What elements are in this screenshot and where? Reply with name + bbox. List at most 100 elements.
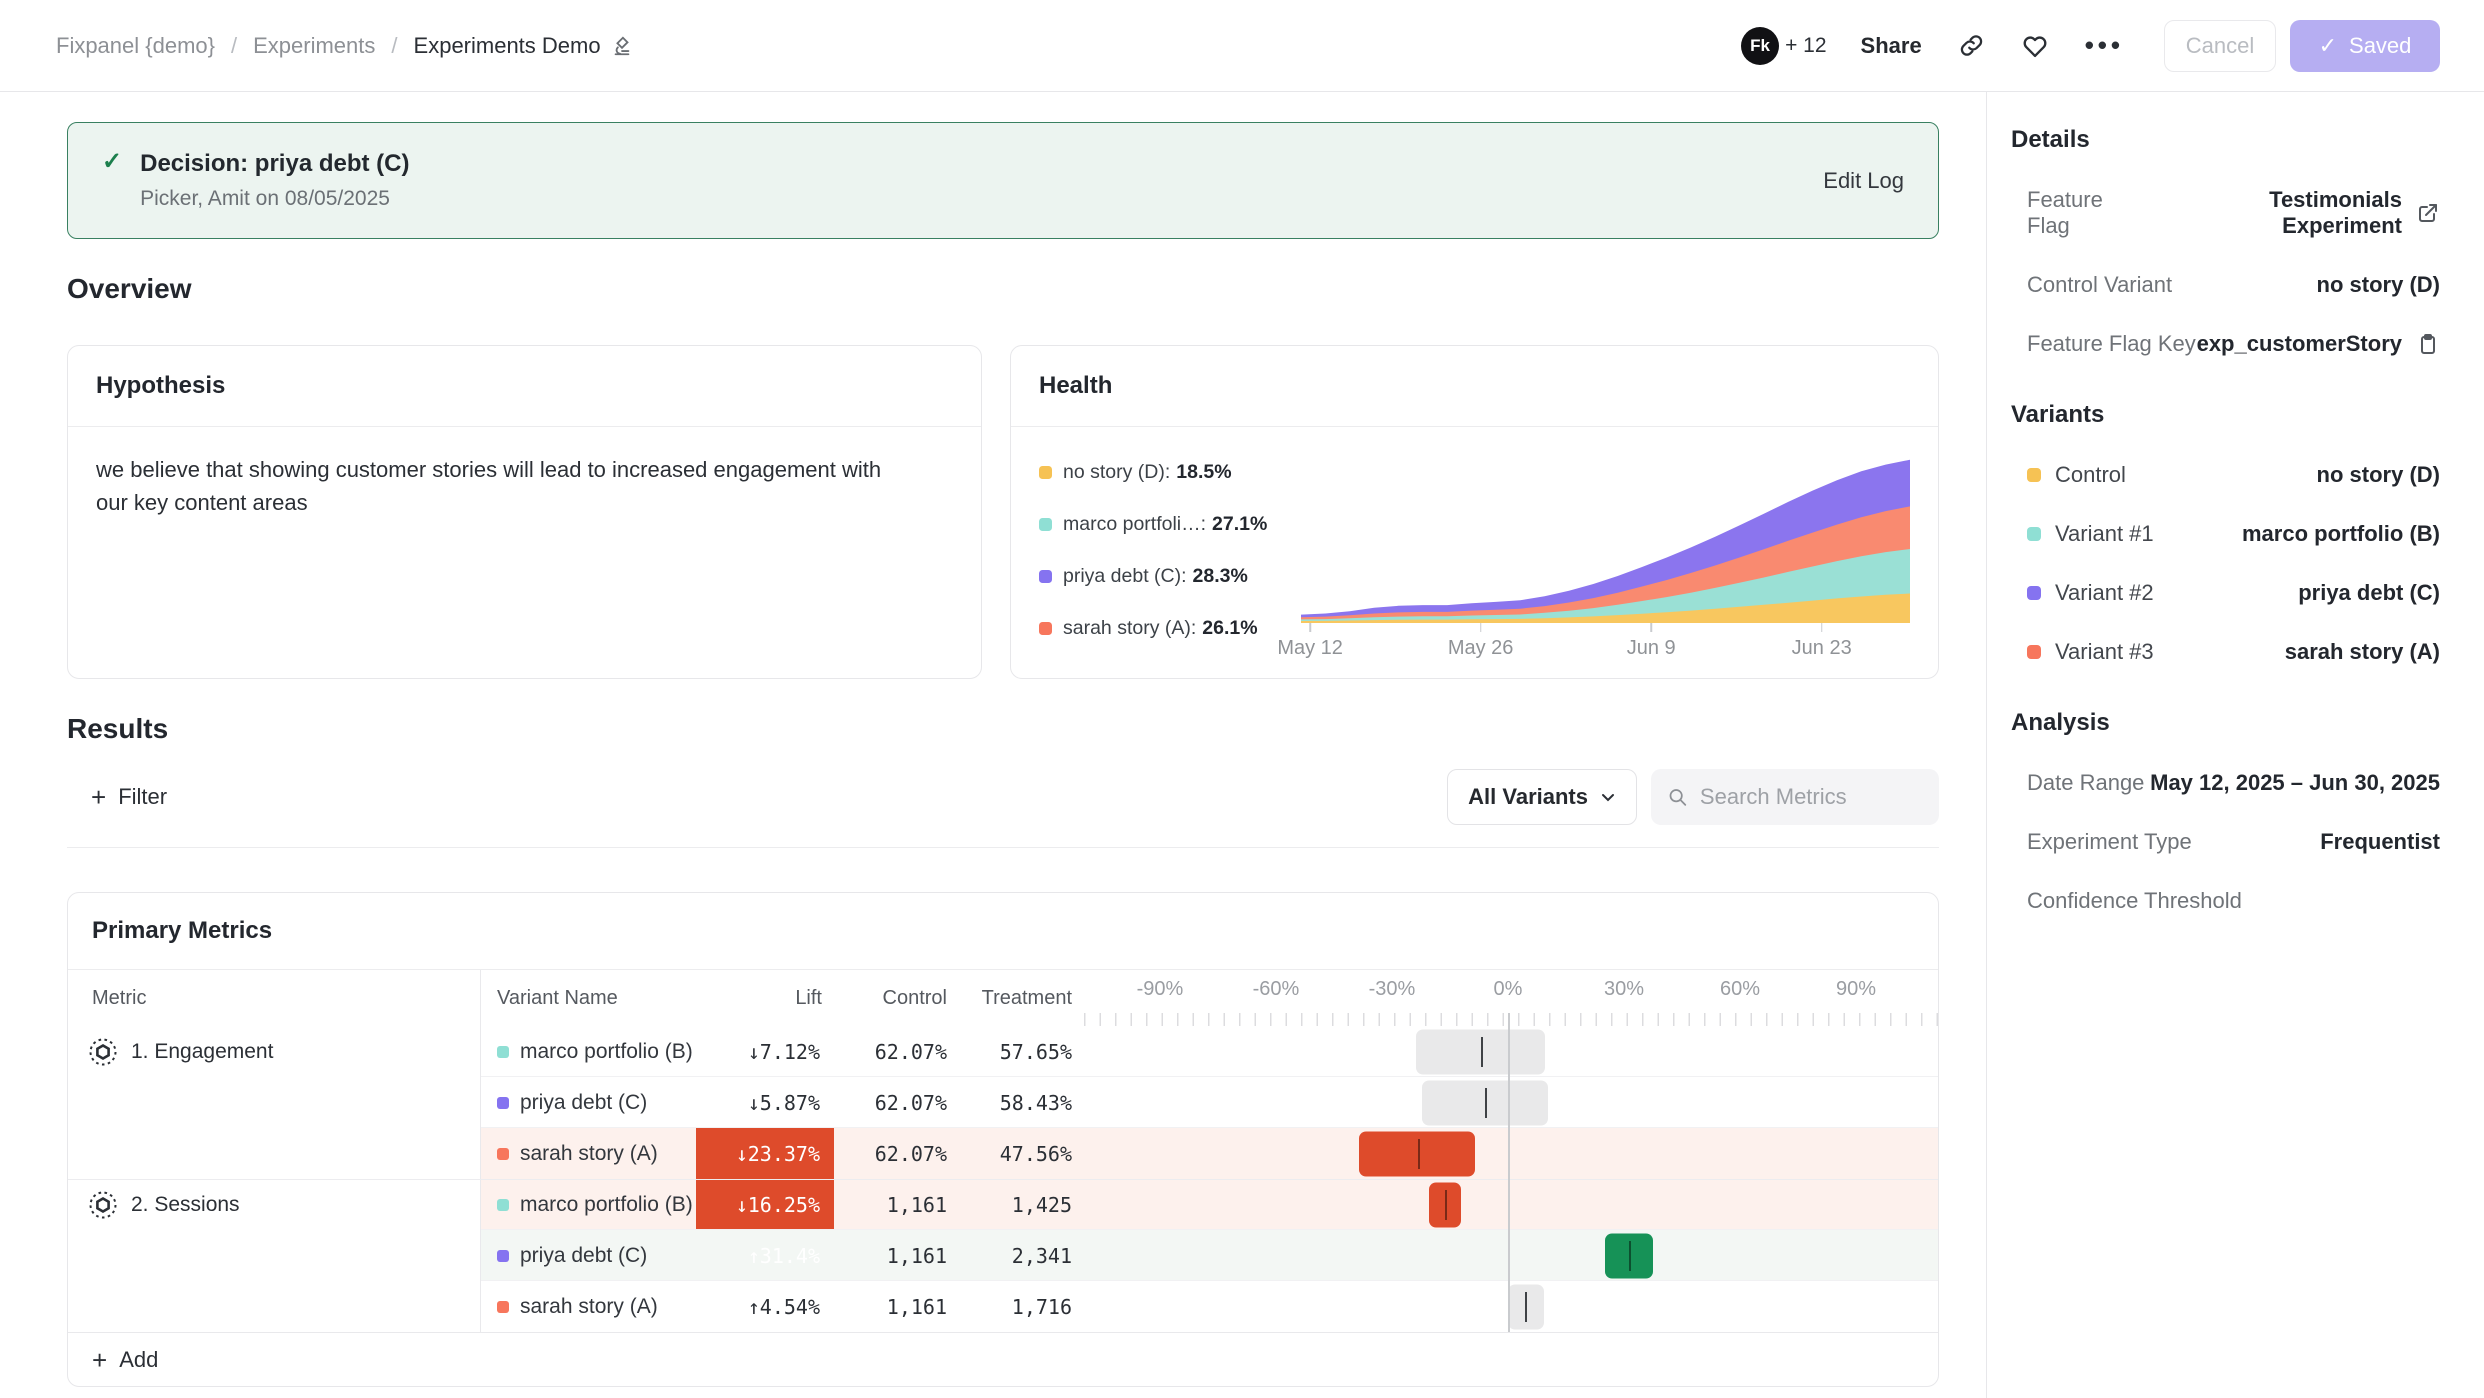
variant-value: priya debt (C) (2298, 580, 2440, 606)
variant-cell: sarah story (A) (481, 1128, 696, 1179)
legend-item: sarah story (A):26.1% (1039, 617, 1301, 640)
variant-name: marco portfolio (B) (520, 1193, 693, 1217)
table-row: priya debt (C)↓5.87%62.07%58.43% (68, 1077, 1938, 1128)
main-content: ✓ Decision: priya debt (C) Picker, Amit … (0, 92, 1986, 1398)
search-metrics-box[interactable] (1651, 769, 1939, 825)
x-axis-label: Jun 23 (1792, 637, 1852, 660)
axis-label: 30% (1604, 978, 1644, 1001)
confidence-interval-cell (1084, 1230, 1938, 1281)
saved-button[interactable]: ✓ Saved (2290, 20, 2440, 72)
analysis-heading: Analysis (2011, 709, 2440, 737)
legend-value: 27.1% (1212, 513, 1267, 536)
external-link-icon[interactable] (2416, 201, 2440, 225)
analysis-section: Analysis Date RangeMay 12, 2025 – Jun 30… (2011, 709, 2440, 914)
health-chart-canvas (1301, 451, 1910, 623)
favorite-heart-icon[interactable] (2021, 32, 2049, 60)
legend-value: 28.3% (1193, 565, 1248, 588)
breadcrumb-experiments[interactable]: Experiments (253, 33, 375, 59)
decision-banner: ✓ Decision: priya debt (C) Picker, Amit … (67, 122, 1939, 239)
clipboard-icon[interactable] (2416, 332, 2440, 356)
hypothesis-title: Hypothesis (68, 346, 981, 427)
search-metrics-input[interactable] (1700, 784, 1923, 810)
add-filter-button[interactable]: + Filter (91, 784, 167, 810)
variant-name: sarah story (A) (520, 1295, 658, 1319)
variants-section: Variants Controlno story (D)Variant #1ma… (2011, 401, 2440, 665)
analysis-value: May 12, 2025 – Jun 30, 2025 (2150, 770, 2440, 796)
edit-log-button[interactable]: Edit Log (1823, 168, 1904, 194)
variant-label: Variant #1 (2055, 521, 2154, 547)
collaborators-count[interactable]: + 12 (1785, 34, 1826, 58)
x-axis-tick (1650, 623, 1652, 632)
cancel-button[interactable]: Cancel (2164, 20, 2276, 72)
breadcrumb-project[interactable]: Fixpanel {demo} (56, 33, 215, 59)
axis-label: 60% (1720, 978, 1760, 1001)
variant-swatch (497, 1250, 509, 1262)
page-title: Experiments Demo (414, 33, 601, 59)
health-card: Health no story (D):18.5%marco portfoli…… (1010, 345, 1939, 679)
point-estimate-marker (1525, 1292, 1527, 1322)
point-estimate-marker (1481, 1037, 1483, 1067)
legend-name: marco portfoli…: (1063, 513, 1206, 536)
copy-link-icon[interactable] (1958, 32, 1985, 59)
breadcrumb-current[interactable]: Experiments Demo (414, 33, 633, 59)
axis-label: 0% (1494, 978, 1523, 1001)
microscope-icon (611, 35, 633, 57)
confidence-interval-cell (1084, 1026, 1938, 1077)
detail-row: Feature FlagTestimonials Experiment (2027, 187, 2440, 239)
add-label: Add (119, 1347, 158, 1373)
more-options-icon[interactable]: ••• (2085, 30, 2124, 61)
metric-cell (68, 1128, 481, 1179)
add-metric-button[interactable]: + Add (68, 1332, 1938, 1386)
detail-value: no story (D) (2317, 272, 2440, 298)
legend-name: no story (D): (1063, 461, 1170, 484)
variant-cell: priya debt (C) (481, 1077, 696, 1128)
variant-label: Variant #3 (2055, 639, 2154, 665)
x-axis-tick (1309, 623, 1311, 632)
variant-row: Controlno story (D) (2027, 462, 2440, 488)
results-heading: Results (67, 713, 1939, 745)
lift-cell: ↓23.37% (696, 1128, 834, 1179)
variant-cell: marco portfolio (B) (481, 1026, 696, 1077)
legend-swatch (1039, 466, 1052, 479)
point-estimate-marker (1445, 1190, 1447, 1220)
control-cell: 1,161 (834, 1281, 959, 1332)
control-cell: 62.07% (834, 1077, 959, 1128)
variant-label: Control (2055, 462, 2126, 488)
breadcrumb-separator: / (391, 33, 397, 59)
overview-heading: Overview (67, 273, 1939, 305)
variant-cell: marco portfolio (B) (481, 1180, 696, 1230)
column-control: Control (834, 970, 959, 1026)
point-estimate-marker (1418, 1139, 1420, 1169)
x-axis-label: Jun 9 (1627, 637, 1676, 660)
analysis-row: Experiment TypeFrequentist (2027, 829, 2440, 855)
variant-swatch (497, 1097, 509, 1109)
primary-metrics-card: Primary Metrics Metric Variant Name Lift… (67, 892, 1939, 1387)
metric-cell (68, 1077, 481, 1128)
share-button[interactable]: Share (1861, 33, 1922, 59)
legend-swatch (1039, 622, 1052, 635)
legend-value: 18.5% (1176, 461, 1231, 484)
column-lift: Lift (696, 970, 834, 1026)
metric-cell: 1. Engagement (68, 1026, 481, 1077)
x-axis-tick (1821, 623, 1823, 632)
health-x-axis: May 12May 26Jun 9Jun 23 (1301, 623, 1910, 663)
variant-cell: priya debt (C) (481, 1230, 696, 1281)
column-treatment: Treatment (959, 970, 1084, 1026)
confidence-interval-cell (1084, 1180, 1938, 1230)
details-sidebar: Details Feature FlagTestimonials Experim… (1986, 92, 2484, 1398)
metric-label: 1. Engagement (131, 1040, 273, 1064)
detail-row: Feature Flag Keyexp_customerStory (2027, 331, 2440, 357)
metric-label: 2. Sessions (131, 1193, 240, 1217)
top-header: Fixpanel {demo} / Experiments / Experime… (0, 0, 2484, 92)
variant-cell: sarah story (A) (481, 1281, 696, 1332)
table-row: sarah story (A)↑4.54%1,1611,716 (68, 1281, 1938, 1332)
legend-item: no story (D): 18.5% (1039, 461, 1301, 484)
legend-name: priya debt (C): (1063, 565, 1187, 588)
lift-cell: ↓5.87% (696, 1077, 834, 1128)
lift-cell: ↑4.54% (696, 1281, 834, 1332)
avatar[interactable]: Fk (1741, 27, 1779, 65)
variant-name: priya debt (C) (520, 1091, 647, 1115)
legend-item: marco portfoli…: 27.1% (1039, 513, 1301, 536)
variants-dropdown[interactable]: All Variants (1447, 769, 1637, 825)
variant-swatch (497, 1148, 509, 1160)
